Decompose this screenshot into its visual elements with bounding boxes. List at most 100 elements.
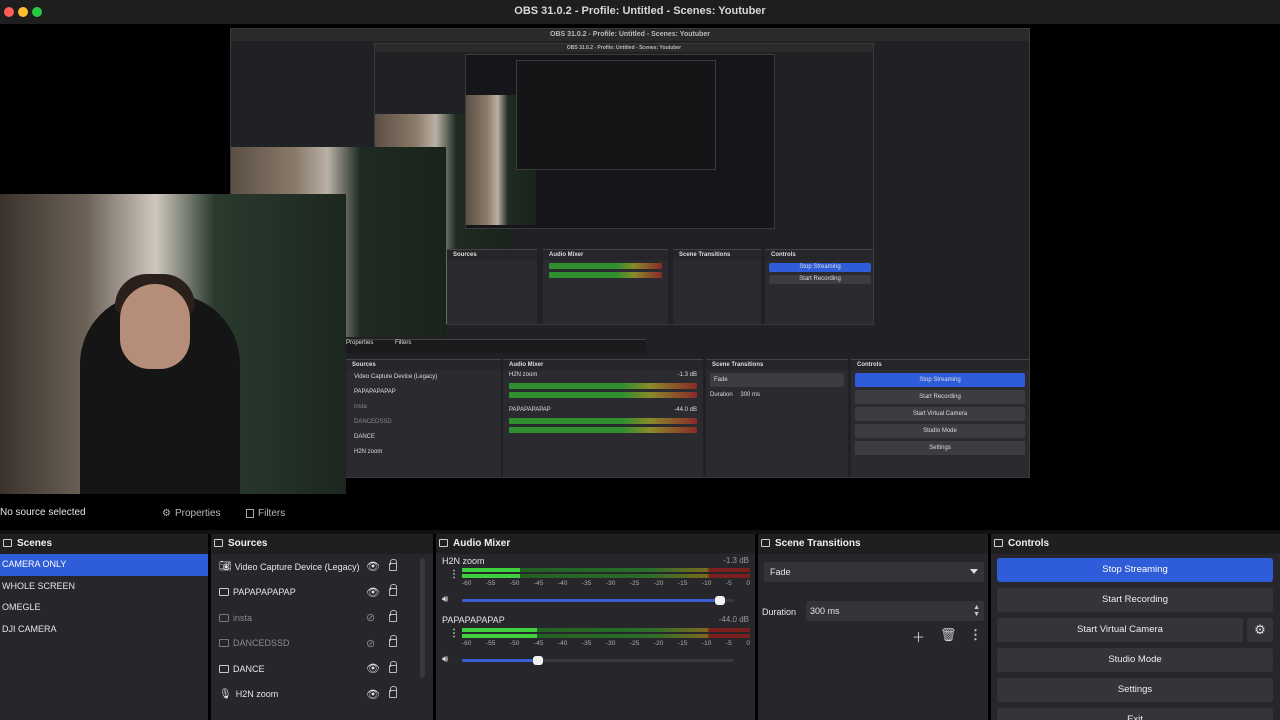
add-icon[interactable]: ＋ — [912, 627, 925, 646]
filters-label: Filters — [258, 507, 286, 519]
meter-tick-label: -10 — [702, 640, 712, 647]
source-label: DANCEDSSD — [233, 638, 290, 649]
duration-spinbox[interactable]: 300 ms ▲ ▼ — [806, 601, 984, 621]
lock-icon[interactable] — [389, 686, 397, 699]
scenes-icon — [3, 539, 12, 547]
nested-obs-window-4 — [516, 60, 716, 170]
meter-tick-label: -20 — [654, 580, 664, 587]
eye-hidden-icon[interactable]: ⊘ — [366, 637, 375, 650]
source-item-insta[interactable]: insta ⊘ — [211, 605, 433, 631]
preview-canvas[interactable]: OBS 31.0.2 - Profile: Untitled - Scenes:… — [0, 24, 1280, 494]
nested-meter — [509, 392, 697, 398]
source-item-dance[interactable]: DANCE 👁︎ — [211, 656, 433, 682]
nested-start-virtual-camera-l1: Start Virtual Camera — [855, 407, 1025, 421]
nested-source-item: DANCEDSSD — [354, 419, 392, 425]
volume-row: 🔊︎ — [442, 594, 750, 606]
title-bar: OBS 31.0.2 - Profile: Untitled - Scenes:… — [0, 0, 1280, 24]
nested-mixer-panel-l1: Audio Mixer H2N zoom -1.3 dB PAPAPAPAPAP… — [503, 359, 703, 477]
meter-ticks: -60 -55 -50 -45 -40 -35 -30 -25 -20 -15 -10 -5 0 — [462, 580, 750, 587]
properties-button[interactable]: ⚙ Properties — [162, 505, 221, 521]
eye-hidden-icon[interactable]: ⊘ — [366, 611, 375, 624]
meter-tick-label: -10 — [702, 580, 712, 587]
scene-item-whole-screen[interactable]: WHOLE SCREEN — [0, 576, 208, 598]
slider-knob[interactable] — [715, 596, 726, 605]
scene-item-camera-only[interactable]: CAMERA ONLY — [0, 554, 208, 576]
slider-knob[interactable] — [533, 656, 544, 665]
source-item-papapapapap[interactable]: PAPAPAPAPAP 👁︎ — [211, 580, 433, 606]
channel-menu-icon[interactable]: ⋮ — [449, 628, 459, 639]
scenes-header: Scenes — [0, 534, 208, 552]
meter-tick-label: -15 — [678, 580, 688, 587]
slider-fill — [462, 659, 539, 662]
meter-tick-label: -45 — [534, 580, 544, 587]
volume-slider[interactable] — [462, 656, 734, 665]
source-item-video-capture[interactable]: 📷︎ Video Capture Device (Legacy) 👁︎ — [211, 554, 433, 580]
more-options-icon[interactable]: ⋮ — [969, 627, 982, 643]
scenes-dock: Scenes CAMERA ONLY WHOLE SCREEN OMEGLE D… — [0, 534, 208, 720]
nested-obs-window: OBS 31.0.2 - Profile: Untitled - Scenes:… — [230, 28, 1030, 478]
volume-slider[interactable] — [462, 596, 734, 605]
meter-level — [462, 634, 537, 638]
controls-title: Controls — [1008, 537, 1050, 549]
settings-button[interactable]: Settings — [997, 678, 1273, 702]
meter-tick-label: -55 — [486, 640, 496, 647]
nested-source-item: H2N zoom — [354, 449, 383, 455]
meter-tick-label: 0 — [746, 580, 750, 587]
trash-icon[interactable]: 🗑︎ — [940, 627, 957, 643]
scene-item-dji-camera[interactable]: DJI CAMERA — [0, 619, 208, 641]
nested-properties-label: Properties — [346, 340, 374, 346]
filters-button[interactable]: Filters — [246, 505, 285, 521]
eye-icon[interactable]: 👁︎ — [366, 688, 380, 701]
volume-row: 🔊︎ — [442, 654, 750, 666]
virtual-camera-settings-gear-icon[interactable]: ⚙ — [1247, 618, 1273, 642]
channel-menu-icon[interactable]: ⋮ — [449, 569, 459, 580]
speaker-icon[interactable]: 🔊︎ — [442, 654, 448, 665]
nested-mixer-header: Audio Mixer — [543, 250, 668, 260]
camera-icon: 📷︎ — [219, 561, 232, 573]
meter-tick-label: -50 — [510, 580, 520, 587]
duration-label: Duration — [762, 607, 797, 617]
nested-controls-header: Controls — [765, 250, 873, 260]
eye-icon[interactable]: 👁︎ — [366, 586, 380, 599]
meter-tick-label: -55 — [486, 580, 496, 587]
sources-header: Sources — [211, 534, 433, 552]
nested-obs-window-2: OBS 31.0.2 - Profile: Untitled - Scenes:… — [374, 43, 874, 325]
transition-select[interactable]: Fade — [764, 562, 984, 582]
meter-tick-label: 0 — [746, 640, 750, 647]
mixer-icon — [439, 539, 448, 547]
eye-icon[interactable]: 👁︎ — [366, 560, 380, 573]
controls-dock: Controls Stop Streaming Start Recording … — [991, 534, 1280, 720]
nested-window-title-2: OBS 31.0.2 - Profile: Untitled - Scenes:… — [375, 44, 873, 52]
start-virtual-camera-button[interactable]: Start Virtual Camera — [997, 618, 1243, 642]
nested-props-row: Properties Filters — [346, 339, 646, 353]
meter-level — [462, 568, 520, 572]
nested-sources-header-l1: Sources — [346, 360, 501, 370]
stop-streaming-button[interactable]: Stop Streaming — [997, 558, 1273, 582]
nested-transitions-header: Scene Transitions — [673, 250, 761, 260]
nested-transitions-panel-l1: Scene Transitions Fade Duration 300 ms — [706, 359, 848, 477]
exit-button[interactable]: Exit — [997, 708, 1273, 720]
nested-start-recording-l1: Start Recording — [855, 390, 1025, 404]
lock-icon[interactable] — [389, 558, 397, 571]
lock-icon[interactable] — [389, 660, 397, 673]
mixer-title: Audio Mixer — [453, 537, 511, 549]
speaker-icon[interactable]: 🔊︎ — [442, 594, 448, 605]
spin-arrows-icon[interactable]: ▲ ▼ — [973, 604, 980, 618]
source-item-dancedssd[interactable]: DANCEDSSD ⊘ — [211, 631, 433, 657]
eye-icon[interactable]: 👁︎ — [366, 662, 380, 675]
sources-scrollbar[interactable] — [420, 558, 425, 678]
start-recording-button[interactable]: Start Recording — [997, 588, 1273, 612]
meter-tick-label: -5 — [726, 640, 732, 647]
sources-dock: Sources 📷︎ Video Capture Device (Legacy)… — [211, 534, 433, 720]
lock-icon[interactable] — [389, 584, 397, 597]
lock-icon[interactable] — [389, 609, 397, 622]
nested-ch2-name: PAPAPAPAPAP — [509, 407, 551, 413]
lock-icon[interactable] — [389, 635, 397, 648]
microphone-icon: 🎙︎ — [219, 688, 232, 700]
nested-meter — [509, 383, 697, 389]
scene-item-omegle[interactable]: OMEGLE — [0, 597, 208, 619]
source-item-h2n-zoom[interactable]: 🎙︎ H2N zoom 👁︎ — [211, 682, 433, 708]
meter-tick-label: -5 — [726, 580, 732, 587]
meter-tick-label: -30 — [606, 640, 616, 647]
studio-mode-button[interactable]: Studio Mode — [997, 648, 1273, 672]
